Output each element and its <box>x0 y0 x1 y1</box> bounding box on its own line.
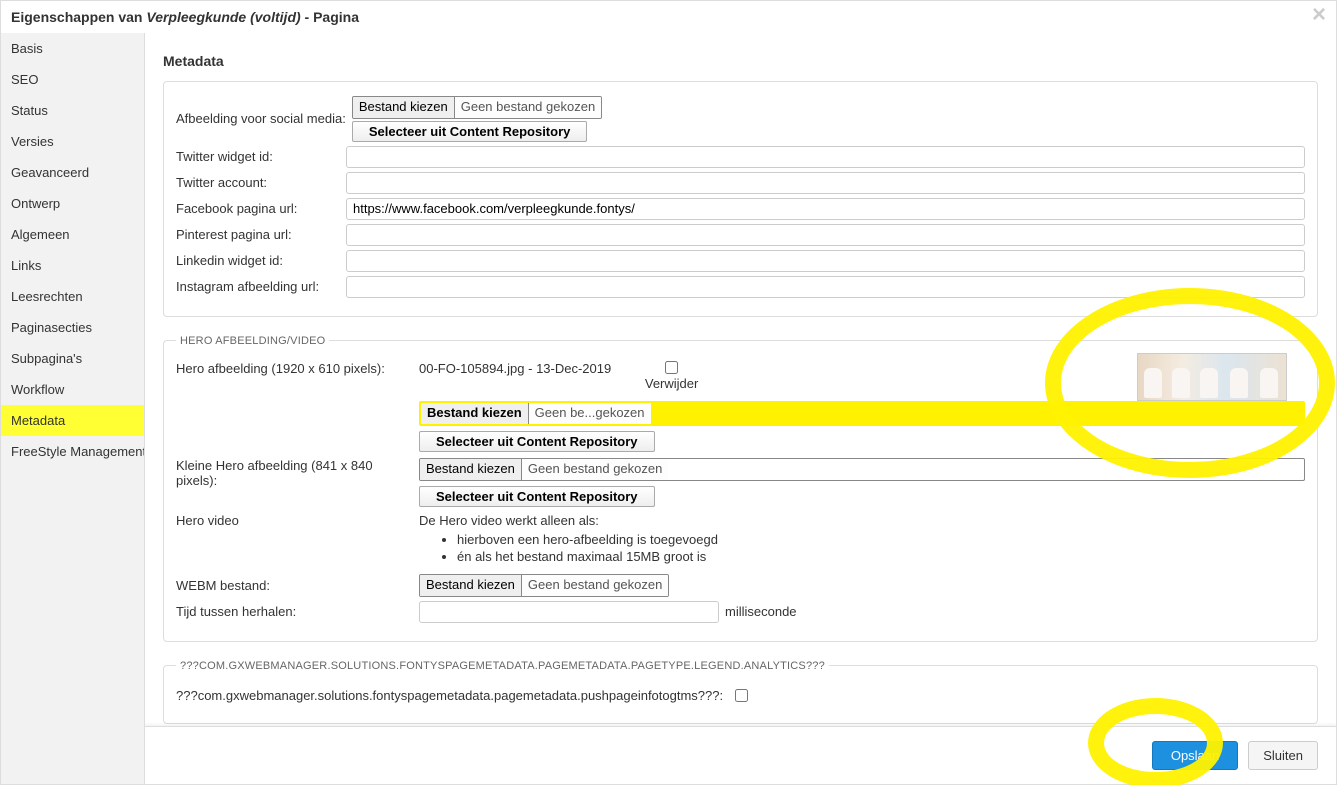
hero-file-label: Geen be...gekozen <box>529 403 651 424</box>
label-twitter-account: Twitter account: <box>176 175 346 190</box>
hero-video-note-2: én als het bestand maximaal 15MB groot i… <box>457 549 1305 564</box>
dialog-footer: Opslaan Sluiten <box>145 726 1336 784</box>
label-instagram-url: Instagram afbeelding url: <box>176 279 346 294</box>
fieldset-analytics: ???COM.GXWEBMANAGER.SOLUTIONS.FONTYSPAGE… <box>163 660 1318 724</box>
sidebar-tab-links[interactable]: Links <box>1 250 144 281</box>
webm-choose-button[interactable]: Bestand kiezen <box>420 575 522 596</box>
sidebar-tab-workflow[interactable]: Workflow <box>1 374 144 405</box>
label-hero-afbeelding: Hero afbeelding (1920 x 610 pixels): <box>176 361 419 376</box>
pinterest-url-input[interactable] <box>346 224 1305 246</box>
close-button[interactable]: Sluiten <box>1248 741 1318 770</box>
sidebar-tab-versies[interactable]: Versies <box>1 126 144 157</box>
sidebar-tab-paginasecties[interactable]: Paginasecties <box>1 312 144 343</box>
sidebar-tab-subpaginas[interactable]: Subpagina's <box>1 343 144 374</box>
sidebar-tab-leesrechten[interactable]: Leesrechten <box>1 281 144 312</box>
tijd-unit: milliseconde <box>725 604 797 619</box>
fieldset-hero: HERO AFBEELDING/VIDEO <box>163 335 1318 642</box>
facebook-url-input[interactable] <box>346 198 1305 220</box>
hero-remove-checkbox[interactable] <box>665 361 678 374</box>
hero-thumbnail <box>1137 353 1287 401</box>
label-social-image: Afbeelding voor social media: <box>176 111 352 126</box>
social-image-repo-button[interactable]: Selecteer uit Content Repository <box>352 121 588 142</box>
header-suffix: - Pagina <box>301 9 359 25</box>
social-image-choose-button[interactable]: Bestand kiezen <box>353 97 455 118</box>
sidebar-tab-freestyle[interactable]: FreeStyle Management <box>1 436 144 467</box>
hero-video-note-1: hierboven een hero-afbeelding is toegevo… <box>457 532 1305 547</box>
instagram-url-input[interactable] <box>346 276 1305 298</box>
label-hero-video: Hero video <box>176 513 419 528</box>
label-facebook-url: Facebook pagina url: <box>176 201 346 216</box>
hero-repo-button[interactable]: Selecteer uit Content Repository <box>419 431 655 452</box>
hero-video-note: De Hero video werkt alleen als: <box>419 513 599 528</box>
sidebar-tab-algemeen[interactable]: Algemeen <box>1 219 144 250</box>
label-pinterest-url: Pinterest pagina url: <box>176 227 346 242</box>
sidebar: Basis SEO Status Versies Geavanceerd Ont… <box>1 33 145 784</box>
legend-hero: HERO AFBEELDING/VIDEO <box>176 335 329 347</box>
sidebar-tab-geavanceerd[interactable]: Geavanceerd <box>1 157 144 188</box>
page-title: Metadata <box>163 53 1318 69</box>
dialog-header: Eigenschappen van Verpleegkunde (voltijd… <box>1 1 1336 33</box>
header-prefix: Eigenschappen van <box>11 9 146 25</box>
hero-current-file: 00-FO-105894.jpg - 13-Dec-2019 <box>419 361 611 376</box>
kleine-hero-file-label: Geen bestand gekozen <box>522 459 668 480</box>
tijd-input[interactable] <box>419 601 719 623</box>
close-icon[interactable]: × <box>1312 3 1326 27</box>
content-scroll[interactable]: Metadata Afbeelding voor social media: B… <box>145 33 1336 726</box>
sidebar-tab-status[interactable]: Status <box>1 95 144 126</box>
webm-file-label: Geen bestand gekozen <box>522 575 668 596</box>
hero-remove-label: Verwijder <box>645 376 698 391</box>
save-button[interactable]: Opslaan <box>1152 741 1238 770</box>
label-tijd: Tijd tussen herhalen: <box>176 604 419 619</box>
hero-choose-button[interactable]: Bestand kiezen <box>421 403 529 424</box>
sidebar-tab-seo[interactable]: SEO <box>1 64 144 95</box>
legend-analytics: ???COM.GXWEBMANAGER.SOLUTIONS.FONTYSPAGE… <box>176 660 829 672</box>
social-image-file-label: Geen bestand gekozen <box>455 97 601 118</box>
kleine-hero-choose-button[interactable]: Bestand kiezen <box>420 459 522 480</box>
kleine-hero-repo-button[interactable]: Selecteer uit Content Repository <box>419 486 655 507</box>
fieldset-social: Afbeelding voor social media: Bestand ki… <box>163 81 1318 317</box>
linkedin-widget-input[interactable] <box>346 250 1305 272</box>
label-twitter-widget: Twitter widget id: <box>176 149 346 164</box>
label-pushpage: ???com.gxwebmanager.solutions.fontyspage… <box>176 688 723 703</box>
label-linkedin-widget: Linkedin widget id: <box>176 253 346 268</box>
header-title: Verpleegkunde (voltijd) <box>146 9 300 25</box>
sidebar-tab-basis[interactable]: Basis <box>1 33 144 64</box>
twitter-account-input[interactable] <box>346 172 1305 194</box>
sidebar-tab-ontwerp[interactable]: Ontwerp <box>1 188 144 219</box>
pushpage-checkbox[interactable] <box>735 689 748 702</box>
twitter-widget-input[interactable] <box>346 146 1305 168</box>
sidebar-tab-metadata[interactable]: Metadata <box>1 405 144 436</box>
label-webm: WEBM bestand: <box>176 578 419 593</box>
label-kleine-hero: Kleine Hero afbeelding (841 x 840 pixels… <box>176 458 419 488</box>
